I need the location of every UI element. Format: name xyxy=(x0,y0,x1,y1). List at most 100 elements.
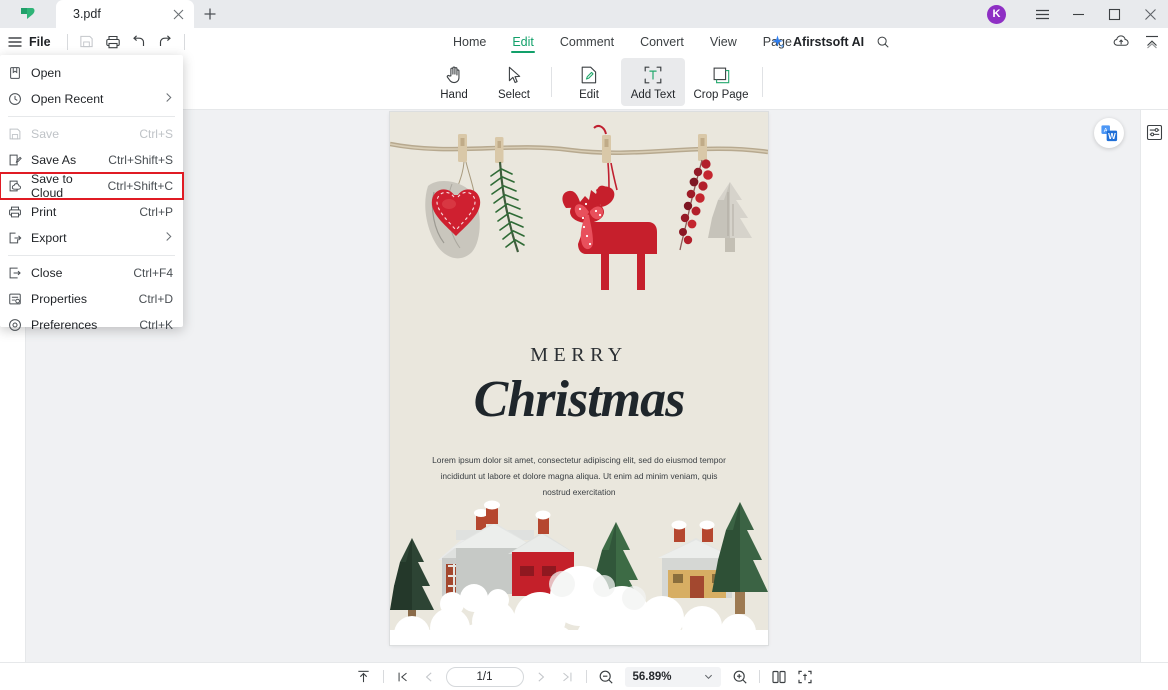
menu-item-save-to-cloud[interactable]: Save to Cloud Ctrl+Shift+C xyxy=(0,172,184,200)
crop-page-icon xyxy=(713,67,730,83)
page-number-input[interactable]: 1/1 xyxy=(445,666,524,687)
hamburger-menu-icon xyxy=(8,36,22,47)
tool-add-text-label: Add Text xyxy=(630,88,676,101)
close-window-icon[interactable] xyxy=(1132,0,1168,28)
tool-select[interactable]: Select xyxy=(486,58,542,106)
page-settings-panel-icon[interactable] xyxy=(1143,120,1167,144)
tool-crop-page-label: Crop Page xyxy=(693,88,749,101)
ribbon-tab-home[interactable]: Home xyxy=(440,28,499,55)
print-icon[interactable] xyxy=(100,31,126,53)
menu-item-save-shortcut: Ctrl+S xyxy=(139,127,173,141)
convert-to-word-button[interactable]: A W xyxy=(1094,118,1124,148)
save-as-icon xyxy=(8,153,28,167)
zoom-out-icon[interactable] xyxy=(593,665,619,689)
menu-item-save-as-label: Save As xyxy=(31,153,77,167)
afirstsoft-ai-group: Afirstsoft AI xyxy=(770,28,890,55)
menu-item-save-to-cloud-shortcut: Ctrl+Shift+C xyxy=(107,179,173,193)
menu-item-save: Save Ctrl+S xyxy=(0,121,183,147)
tool-hand[interactable]: Hand xyxy=(426,58,482,106)
ribbon-right-actions xyxy=(1113,28,1160,55)
cloud-upload-icon[interactable] xyxy=(1113,33,1130,50)
menu-item-print-shortcut: Ctrl+P xyxy=(139,205,173,219)
cursor-select-icon xyxy=(508,66,521,83)
last-page-icon[interactable] xyxy=(554,665,580,689)
document-tab[interactable]: 3.pdf xyxy=(56,0,194,28)
zoom-in-icon[interactable] xyxy=(727,665,753,689)
right-rail xyxy=(1140,110,1168,662)
tab-close-icon[interactable] xyxy=(168,4,188,24)
zoom-level-value: 56.89% xyxy=(632,670,672,683)
undo-icon[interactable] xyxy=(126,31,152,53)
menu-item-save-as-shortcut: Ctrl+Shift+S xyxy=(108,153,173,167)
window-controls-group: K xyxy=(987,0,1168,28)
ribbon-tab-view[interactable]: View xyxy=(697,28,750,55)
chevron-right-icon xyxy=(164,92,173,106)
menu-item-open-recent[interactable]: Open Recent xyxy=(0,86,183,112)
document-body-text: Lorem ipsum dolor sit amet, consectetur … xyxy=(432,455,726,497)
first-page-icon[interactable] xyxy=(390,665,416,689)
afirstsoft-leaf-logo-icon xyxy=(21,8,35,19)
menu-item-save-as[interactable]: Save As Ctrl+Shift+S xyxy=(0,147,183,173)
menu-item-close-label: Close xyxy=(31,266,63,280)
maximize-icon[interactable] xyxy=(1096,0,1132,28)
convert-to-word-icon: A W xyxy=(1100,124,1117,141)
menu-item-save-label: Save xyxy=(31,127,60,141)
christmas-ornaments-artwork xyxy=(390,112,768,327)
menu-item-close[interactable]: Close Ctrl+F4 xyxy=(0,260,183,286)
menu-item-export-label: Export xyxy=(31,231,67,245)
document-heading-small: MERRY xyxy=(530,344,628,366)
hand-icon xyxy=(446,65,460,83)
user-avatar[interactable]: K xyxy=(987,4,1006,24)
properties-icon xyxy=(8,292,28,306)
close-document-icon xyxy=(8,266,28,280)
new-tab-button[interactable] xyxy=(194,0,226,28)
zoom-level-select[interactable]: 56.89% xyxy=(624,666,721,687)
scroll-to-top-icon[interactable] xyxy=(351,665,377,689)
redo-icon[interactable] xyxy=(152,31,178,53)
collapse-ribbon-icon[interactable] xyxy=(1144,34,1160,50)
menu-item-preferences-label: Preferences xyxy=(31,318,98,332)
tool-edit[interactable]: Edit xyxy=(561,58,617,106)
status-bar: 1/1 56.89% xyxy=(0,662,1168,690)
minimize-icon[interactable] xyxy=(1060,0,1096,28)
sparkle-icon xyxy=(772,35,785,48)
file-menu-label: File xyxy=(29,34,51,49)
dual-page-view-icon[interactable] xyxy=(766,665,792,689)
tool-add-text[interactable]: Add Text xyxy=(621,58,685,106)
toolbar-divider xyxy=(762,67,763,97)
file-menu-button[interactable]: File xyxy=(0,28,61,55)
svg-text:W: W xyxy=(1108,131,1116,140)
next-page-icon[interactable] xyxy=(528,665,554,689)
tool-edit-label: Edit xyxy=(579,88,599,101)
tool-crop-page[interactable]: Crop Page xyxy=(689,58,753,106)
save-icon[interactable] xyxy=(74,31,100,53)
pdf-page[interactable]: MERRY Christmas Lorem ipsum dolor sit am… xyxy=(390,112,768,645)
app-menu-icon[interactable] xyxy=(1024,0,1060,28)
chevron-down-icon xyxy=(704,674,712,680)
previous-page-icon[interactable] xyxy=(416,665,442,689)
file-dropdown-menu: Open Open Recent Save Ctrl+S Save As Ctr… xyxy=(0,55,184,332)
menu-item-export[interactable]: Export xyxy=(0,225,183,251)
fit-to-screen-icon[interactable] xyxy=(792,665,818,689)
document-heading-large: Christmas xyxy=(473,371,686,428)
menu-item-print-label: Print xyxy=(31,205,57,219)
tool-select-label: Select xyxy=(498,88,530,101)
divider xyxy=(382,670,384,683)
app-logo xyxy=(0,0,56,28)
menu-item-open-recent-label: Open Recent xyxy=(31,92,104,106)
ribbon-tab-edit[interactable]: Edit xyxy=(499,28,547,55)
menu-item-preferences[interactable]: Preferences Ctrl+K xyxy=(0,312,183,338)
save-to-cloud-icon xyxy=(8,179,28,193)
ribbon-tab-convert[interactable]: Convert xyxy=(627,28,697,55)
menu-item-open[interactable]: Open xyxy=(0,60,183,86)
menu-item-properties[interactable]: Properties Ctrl+D xyxy=(0,286,183,312)
application-window: 3.pdf K File Home Edit Comment Convert V… xyxy=(0,0,1168,690)
preferences-gear-icon xyxy=(8,318,28,332)
ribbon-tab-comment[interactable]: Comment xyxy=(547,28,627,55)
search-icon[interactable] xyxy=(876,35,890,49)
menu-item-print[interactable]: Print Ctrl+P xyxy=(0,199,183,225)
export-icon xyxy=(8,231,28,245)
snowy-village-artwork xyxy=(390,500,768,645)
menu-item-save-to-cloud-label: Save to Cloud xyxy=(31,172,73,200)
title-bar: 3.pdf K xyxy=(0,0,1168,28)
